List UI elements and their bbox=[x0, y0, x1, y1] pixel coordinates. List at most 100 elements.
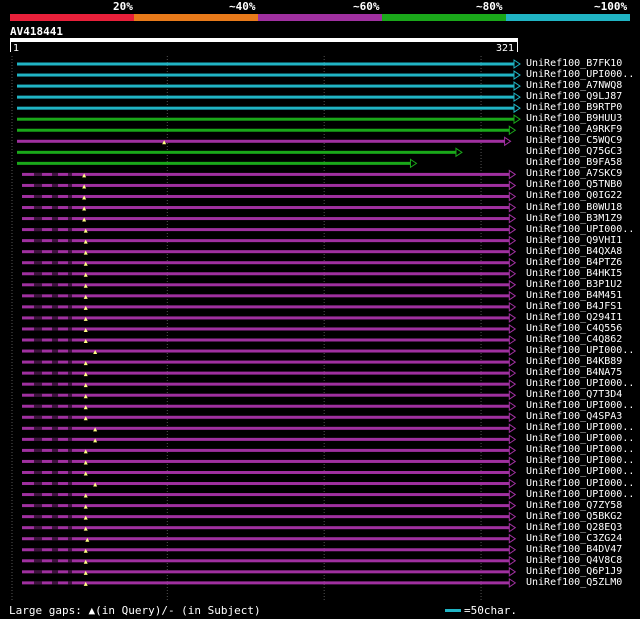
hit-label[interactable]: UniRef100_A7SKC9 bbox=[526, 168, 622, 179]
hit-bar[interactable] bbox=[22, 415, 510, 419]
hit-bar[interactable] bbox=[22, 470, 510, 474]
hit-label[interactable]: UniRef100_B3M1Z9 bbox=[526, 213, 622, 224]
hit-bar[interactable] bbox=[17, 128, 510, 132]
hit-label[interactable]: UniRef100_B0WU18 bbox=[526, 202, 622, 213]
hit-bar[interactable] bbox=[22, 404, 510, 408]
hit-bar[interactable] bbox=[22, 294, 510, 298]
hit-bar[interactable] bbox=[17, 84, 514, 88]
hit-bar[interactable] bbox=[22, 228, 510, 232]
hit-row[interactable] bbox=[17, 59, 521, 69]
hit-bar[interactable] bbox=[22, 338, 510, 342]
hit-row[interactable] bbox=[22, 401, 517, 412]
hit-bar[interactable] bbox=[22, 526, 510, 530]
hit-row[interactable] bbox=[22, 279, 517, 290]
hit-row[interactable] bbox=[17, 81, 521, 92]
hit-bar[interactable] bbox=[22, 283, 510, 287]
hit-row[interactable] bbox=[22, 434, 517, 445]
hit-label[interactable]: UniRef100_UPI000.. bbox=[526, 345, 634, 356]
hit-label[interactable]: UniRef100_A7NWQ8 bbox=[526, 80, 622, 91]
hit-row[interactable] bbox=[22, 500, 517, 511]
hit-bar[interactable] bbox=[22, 261, 510, 265]
hit-row[interactable] bbox=[22, 301, 517, 312]
hit-row[interactable] bbox=[17, 92, 521, 103]
hit-row[interactable] bbox=[22, 522, 517, 533]
hit-label[interactable]: UniRef100_Q5ZLM0 bbox=[526, 577, 622, 588]
hit-label[interactable]: UniRef100_B4KB89 bbox=[526, 356, 622, 367]
hit-row[interactable] bbox=[22, 544, 517, 555]
hit-bar[interactable] bbox=[22, 327, 510, 331]
hit-bar[interactable] bbox=[22, 194, 510, 198]
hit-row[interactable] bbox=[22, 489, 517, 500]
hit-label[interactable]: UniRef100_UPI000.. bbox=[526, 444, 634, 455]
hit-bar[interactable] bbox=[22, 239, 510, 243]
hit-row[interactable] bbox=[22, 312, 517, 323]
hit-bar[interactable] bbox=[22, 448, 510, 452]
hit-bar[interactable] bbox=[22, 250, 510, 254]
hit-row[interactable] bbox=[22, 412, 517, 423]
hit-bar[interactable] bbox=[22, 493, 510, 497]
hit-bar[interactable] bbox=[22, 316, 510, 320]
hit-label[interactable]: UniRef100_B3P1U2 bbox=[526, 279, 622, 290]
hit-label[interactable]: UniRef100_UPI000.. bbox=[526, 466, 634, 477]
hit-bar[interactable] bbox=[22, 393, 510, 397]
hit-bar[interactable] bbox=[22, 382, 510, 386]
hit-bar[interactable] bbox=[17, 161, 411, 165]
hit-bar[interactable] bbox=[17, 139, 505, 143]
hit-label[interactable]: UniRef100_C3ZG24 bbox=[526, 533, 622, 544]
hit-row[interactable] bbox=[22, 191, 517, 202]
hit-label[interactable]: UniRef100_UPI000.. bbox=[526, 478, 634, 489]
hit-label[interactable]: UniRef100_C5WQC9 bbox=[526, 135, 622, 146]
hit-row[interactable] bbox=[22, 390, 517, 401]
hit-row[interactable] bbox=[17, 125, 517, 136]
hit-bar[interactable] bbox=[22, 183, 510, 187]
hit-bar[interactable] bbox=[22, 206, 510, 210]
hit-label[interactable]: UniRef100_Q5BKG2 bbox=[526, 511, 622, 522]
hit-bar[interactable] bbox=[22, 371, 510, 375]
hit-bar[interactable] bbox=[17, 95, 514, 99]
hit-label[interactable]: UniRef100_UPI000.. bbox=[526, 378, 634, 389]
hit-bar[interactable] bbox=[22, 515, 510, 519]
hit-row[interactable] bbox=[17, 158, 418, 169]
hit-bar[interactable] bbox=[22, 459, 510, 463]
hit-bar[interactable] bbox=[22, 305, 510, 309]
hit-label[interactable]: UniRef100_UPI000.. bbox=[526, 422, 634, 433]
hit-label[interactable]: UniRef100_Q0IG22 bbox=[526, 190, 622, 201]
hit-row[interactable] bbox=[22, 445, 517, 456]
hit-label[interactable]: UniRef100_Q9LJ87 bbox=[526, 91, 622, 102]
hit-label[interactable]: UniRef100_Q9VHI1 bbox=[526, 235, 622, 246]
hit-row[interactable] bbox=[22, 467, 517, 478]
hit-label[interactable]: UniRef100_B4JFS1 bbox=[526, 301, 622, 312]
hit-label[interactable]: UniRef100_Q75GC3 bbox=[526, 146, 622, 157]
hit-label[interactable]: UniRef100_UPI000.. bbox=[526, 69, 634, 80]
hit-label[interactable]: UniRef100_C4Q862 bbox=[526, 334, 622, 345]
hit-label[interactable]: UniRef100_Q4V8C8 bbox=[526, 555, 622, 566]
hit-label[interactable]: UniRef100_UPI000.. bbox=[526, 455, 634, 466]
hit-label[interactable]: UniRef100_B9FA58 bbox=[526, 157, 622, 168]
hit-row[interactable] bbox=[22, 423, 517, 434]
hit-label[interactable]: UniRef100_Q7T3D4 bbox=[526, 389, 622, 400]
hit-row[interactable] bbox=[17, 136, 512, 147]
hit-bar[interactable] bbox=[22, 581, 510, 585]
hit-row[interactable] bbox=[22, 555, 517, 566]
hit-label[interactable]: UniRef100_B4NA75 bbox=[526, 367, 622, 378]
hit-row[interactable] bbox=[22, 577, 517, 588]
hit-row[interactable] bbox=[17, 114, 521, 125]
hit-label[interactable]: UniRef100_B4PTZ6 bbox=[526, 257, 622, 268]
hit-bar[interactable] bbox=[17, 62, 514, 66]
hit-label[interactable]: UniRef100_B4M451 bbox=[526, 290, 622, 301]
hit-bar[interactable] bbox=[22, 559, 510, 563]
hit-label[interactable]: UniRef100_B4HKI5 bbox=[526, 268, 622, 279]
hit-row[interactable] bbox=[22, 169, 517, 180]
hit-row[interactable] bbox=[17, 103, 521, 114]
hit-label[interactable]: UniRef100_Q5TNB0 bbox=[526, 179, 622, 190]
hit-row[interactable] bbox=[22, 224, 517, 235]
hit-row[interactable] bbox=[22, 478, 517, 489]
hit-row[interactable] bbox=[22, 290, 517, 301]
hit-label[interactable]: UniRef100_Q28EQ3 bbox=[526, 522, 622, 533]
hit-bar[interactable] bbox=[22, 537, 510, 541]
hit-row[interactable] bbox=[22, 456, 517, 467]
hit-row[interactable] bbox=[22, 213, 517, 224]
hit-label[interactable]: UniRef100_A9RKF9 bbox=[526, 124, 622, 135]
hit-label[interactable]: UniRef100_B9RTP0 bbox=[526, 102, 622, 113]
hit-label[interactable]: UniRef100_Q7ZY58 bbox=[526, 500, 622, 511]
